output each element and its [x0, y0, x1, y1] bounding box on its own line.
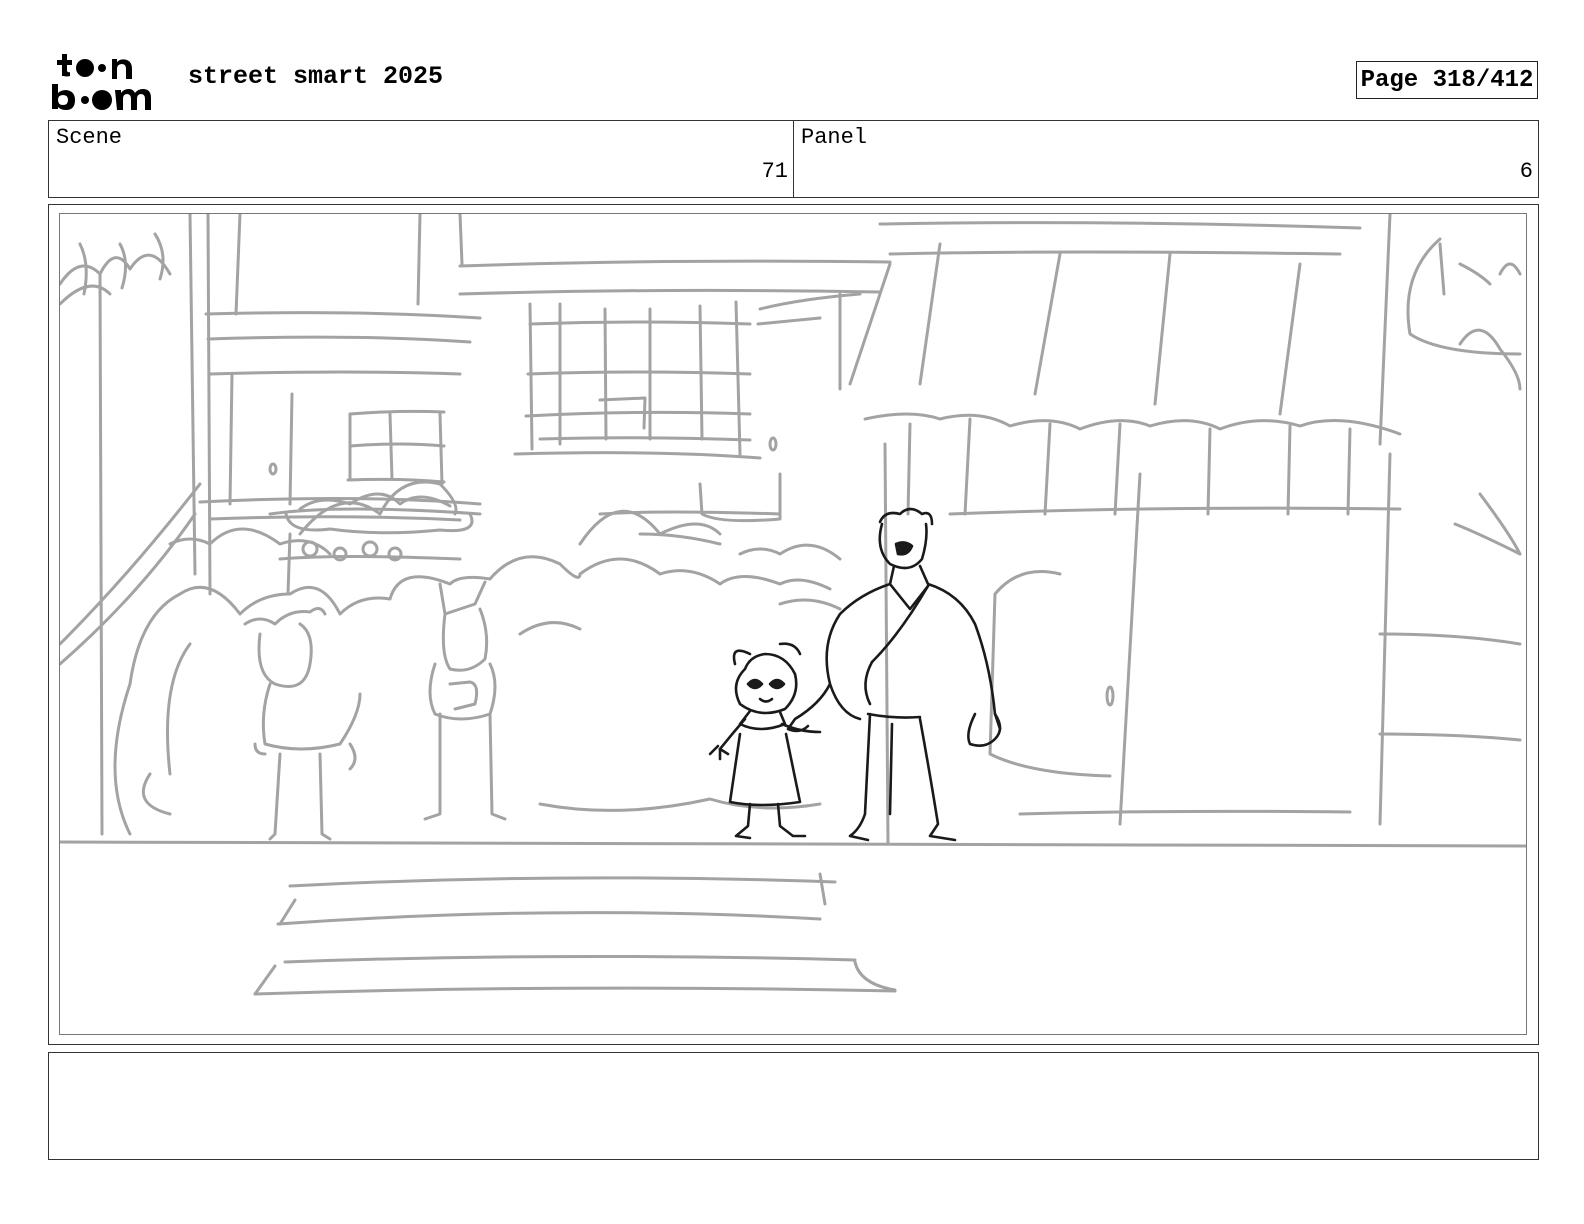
panel-number: 6: [1519, 159, 1533, 184]
storyboard-sketch: [60, 214, 1526, 996]
scene-label: Scene: [56, 125, 123, 150]
project-title: street smart 2025: [188, 62, 444, 91]
panel-cell: Panel 6: [793, 121, 1538, 197]
page-indicator: Page 318/412: [1356, 61, 1538, 99]
storyboard-drawing-area: [59, 213, 1527, 1035]
scene-cell: Scene 71: [49, 121, 793, 197]
storyboard-panel-frame: [48, 204, 1539, 1045]
scene-number: 71: [761, 159, 788, 184]
panel-notes-box[interactable]: [48, 1052, 1539, 1160]
background-sketch: [60, 214, 1526, 996]
foreground-characters: [708, 507, 1002, 842]
scene-panel-info-bar: Scene 71 Panel 6: [48, 120, 1539, 198]
toon-boom-logo: [52, 54, 151, 110]
panel-label: Panel: [801, 125, 868, 150]
